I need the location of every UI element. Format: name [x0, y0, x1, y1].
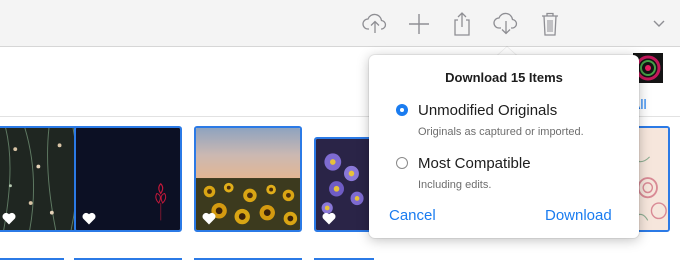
option-description: Including edits. [418, 179, 492, 191]
upload-icon[interactable] [361, 10, 389, 38]
trash-icon[interactable] [536, 10, 564, 38]
favorite-heart-icon[interactable] [2, 212, 16, 225]
popover-title: Download 15 Items [445, 70, 563, 85]
option-label[interactable]: Unmodified Originals [418, 102, 557, 119]
favorite-heart-icon[interactable] [322, 212, 336, 225]
photo-thumbnail[interactable] [314, 137, 374, 232]
photo-thumbnail[interactable] [194, 126, 302, 232]
share-icon[interactable] [448, 10, 476, 38]
radio-unmodified-originals[interactable] [396, 104, 408, 116]
cancel-button[interactable]: Cancel [389, 207, 436, 224]
add-icon[interactable] [405, 10, 433, 38]
photo-thumbnail-partial [74, 258, 182, 265]
download-button[interactable]: Download [545, 207, 612, 224]
photo-thumbnail[interactable] [74, 126, 182, 232]
toolbar [0, 0, 680, 47]
download-popover: Download 15 Items Unmodified Originals O… [369, 55, 639, 238]
chevron-down-icon[interactable] [651, 16, 667, 30]
option-description: Originals as captured or imported. [418, 126, 584, 138]
radio-most-compatible[interactable] [396, 157, 408, 169]
option-label[interactable]: Most Compatible [418, 155, 531, 172]
photo-thumbnail-partial [314, 258, 374, 265]
favorite-heart-icon[interactable] [202, 212, 216, 225]
favorite-heart-icon[interactable] [82, 212, 96, 225]
photo-thumbnail-partial [0, 258, 64, 265]
photo-thumbnail-partial [194, 258, 302, 265]
download-icon[interactable] [492, 10, 520, 38]
